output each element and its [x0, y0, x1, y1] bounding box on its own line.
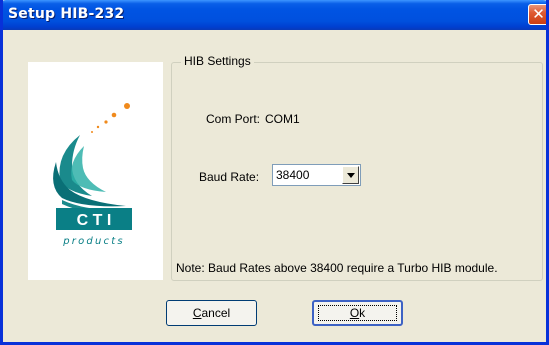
baud-rate-select[interactable]: 38400 — [272, 164, 361, 186]
baud-rate-label: Baud Rate: — [199, 170, 260, 184]
cti-logo-panel: C T I products — [28, 62, 163, 280]
ok-button-label: Ok — [349, 306, 366, 320]
title-bar[interactable]: Setup HIB-232 ✕ — [3, 0, 546, 30]
cti-logo: C T I products — [53, 103, 132, 247]
hib-settings-legend: HIB Settings — [181, 54, 254, 68]
window-title: Setup HIB-232 — [8, 6, 125, 22]
com-port-label: Com Port: — [206, 112, 261, 126]
cancel-button-label: Cancel — [192, 306, 231, 320]
ok-button[interactable]: Ok — [312, 300, 403, 326]
close-button[interactable]: ✕ — [528, 4, 546, 25]
logo-brand-text: C T I — [77, 212, 112, 229]
com-port-value: COM1 — [265, 112, 300, 126]
cancel-button[interactable]: Cancel — [166, 300, 257, 326]
baud-rate-value: 38400 — [276, 168, 310, 182]
logo-dot — [124, 103, 130, 109]
dialog-window: Setup HIB-232 ✕ C T I products HIB Setti… — [0, 0, 549, 345]
logo-dot — [104, 120, 108, 124]
logo-dot — [91, 131, 93, 133]
turbo-note: Note: Baud Rates above 38400 require a T… — [176, 261, 498, 275]
logo-dot — [96, 125, 100, 129]
logo-dot — [111, 112, 117, 118]
close-icon: ✕ — [532, 5, 545, 23]
dropdown-arrow-icon[interactable] — [342, 166, 359, 184]
logo-tagline-text: products — [62, 236, 125, 247]
